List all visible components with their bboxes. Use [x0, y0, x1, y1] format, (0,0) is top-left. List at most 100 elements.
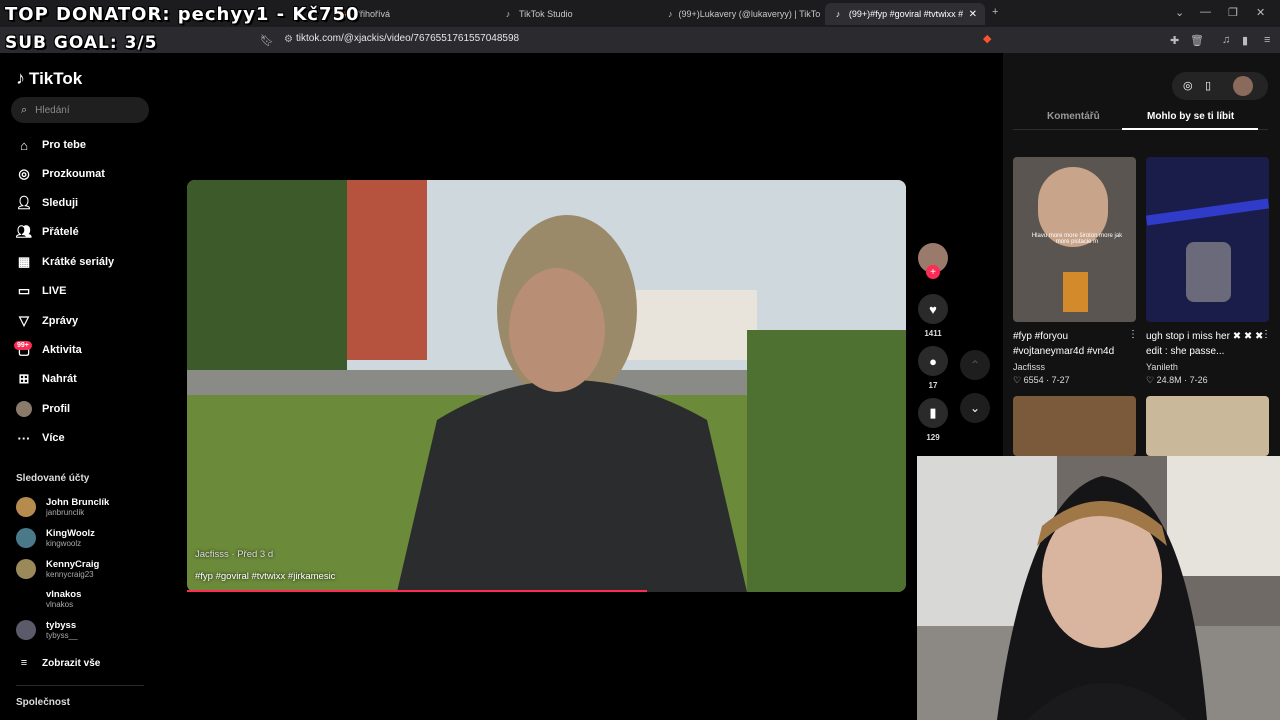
maximize-icon[interactable]: ❐ — [1228, 6, 1238, 19]
followed-account[interactable]: John Brunclík janbrunclik — [16, 497, 109, 517]
nav-sleduji[interactable]: 👤︎ Sleduji — [16, 195, 78, 211]
extensions-icon[interactable]: ✚ — [1170, 34, 1179, 47]
tiktok-icon: ♪ — [16, 68, 25, 88]
site-settings-icon[interactable]: ⚙ — [284, 34, 293, 45]
tab-comments[interactable]: Komentářů — [1047, 111, 1100, 122]
video-progress-bar[interactable] — [187, 590, 648, 592]
nav-nahrat[interactable]: ⊞ Nahrát — [16, 371, 77, 387]
menu-icon[interactable]: ≡ — [1264, 34, 1270, 46]
chevron-down-icon: ⌄ — [969, 401, 981, 415]
followed-account[interactable]: KennyCraig kennycraig23 — [16, 559, 99, 579]
bookmark-icon: ▮ — [918, 398, 948, 428]
browser-tab[interactable]: ♪ (99+)Lukavery (@lukaveryy) | TikTok — [660, 3, 820, 25]
video-thumbnail[interactable] — [1146, 396, 1269, 456]
browser-tab[interactable]: ♪ TikTok Studio — [495, 3, 655, 25]
minimize-icon[interactable]: — — [1200, 6, 1211, 18]
coins-icon[interactable]: ◎ — [1183, 79, 1193, 92]
close-tab-icon[interactable]: ✕ — [969, 9, 977, 20]
nav-prozkoumat[interactable]: ◎ Prozkoumat — [16, 166, 105, 182]
followed-account[interactable]: vlnakos vlnakos — [16, 589, 81, 609]
nav-kratke-serialy[interactable]: ▦ Krátké seriály — [16, 254, 114, 270]
video-author[interactable]: Jacfisss · Před 3 d — [195, 549, 273, 560]
list-icon: ≡ — [20, 657, 28, 669]
nav-pratele[interactable]: 👥︎ Přátelé — [16, 224, 79, 240]
nav-pro-tebe[interactable]: ⌂ Pro tebe — [16, 137, 86, 153]
followed-account[interactable]: KingWoolz kingwoolz — [16, 528, 95, 548]
avatar — [16, 528, 36, 548]
card-title[interactable]: ugh stop i miss her ✖ ✖ ✖ edit : she pas… — [1146, 329, 1264, 359]
brave-shield-icon[interactable]: ◆ — [983, 32, 991, 45]
top-donator-overlay: TOP DONATOR: pechyy1 - Kč750 — [5, 4, 360, 25]
search-input[interactable]: ⌕ Hledání — [11, 97, 149, 123]
close-window-icon[interactable]: ✕ — [1256, 6, 1265, 19]
chevron-down-icon[interactable]: ⌄ — [1175, 6, 1184, 19]
browser-tab-active[interactable]: ♪ (99+)#fyp #goviral #tvtwixx # ✕ — [825, 3, 985, 25]
tiktok-logo[interactable]: ♪ TikTok — [16, 68, 82, 89]
more-icon: ··· — [17, 430, 31, 446]
heart-outline-icon: ♡ — [1146, 375, 1155, 385]
series-icon: ▦ — [17, 254, 31, 269]
divider — [16, 685, 144, 686]
trash-icon[interactable]: 🗑︎ — [1190, 34, 1204, 47]
nav-zpravy[interactable]: ▽ Zprávy — [16, 313, 78, 329]
profile-avatar — [16, 401, 32, 417]
video-thumbnail[interactable]: Hlavu more more široton more jak more pi… — [1013, 157, 1136, 322]
heart-icon: ♥ — [918, 294, 948, 324]
new-tab-icon[interactable]: + — [992, 6, 998, 18]
avatar[interactable] — [1233, 76, 1253, 96]
messages-icon: ▽ — [19, 313, 29, 328]
webcam-overlay — [917, 456, 1280, 720]
avatar — [16, 589, 36, 609]
card-author[interactable]: Jacfisss — [1013, 362, 1045, 372]
more-options-icon[interactable]: ⋮ — [1128, 329, 1138, 340]
followed-accounts-title: Sledované účty — [16, 473, 90, 484]
sidebar-toggle-icon[interactable]: ▮ — [1242, 34, 1248, 47]
sub-goal-overlay: SUB GOAL: 3/5 — [5, 33, 158, 53]
video-thumbnail[interactable] — [1146, 157, 1269, 322]
tab-recommended[interactable]: Mohlo by se ti líbit — [1147, 111, 1234, 122]
previous-video-button[interactable]: ⌃ — [960, 350, 990, 380]
more-options-icon[interactable]: ⋮ — [1261, 329, 1271, 340]
nav-profil[interactable]: Profil — [16, 401, 70, 417]
card-stats: ♡ 24.8M · 7-26 — [1146, 375, 1208, 385]
author-avatar[interactable]: + — [918, 243, 948, 279]
live-icon: ▭ — [17, 283, 31, 298]
chevron-up-icon: ⌃ — [969, 358, 981, 372]
video-frame — [187, 180, 906, 592]
video-tags[interactable]: #fyp #goviral #tvtwixx #jirkamesic — [195, 571, 335, 582]
comment-icon: ● — [918, 346, 948, 376]
url-field[interactable]: tiktok.com/@xjackis/video/76765517615570… — [296, 33, 519, 44]
activity-badge: 99+ — [14, 341, 32, 350]
address-bar: 🔖︎ ⚙ ◆ ✚ 🗑︎ ♫ ▮ ≡ — [0, 27, 1280, 53]
next-video-button[interactable]: ⌄ — [960, 393, 990, 423]
company-title: Společnost — [16, 697, 70, 708]
card-title[interactable]: #fyp #foryou #vojtaneymar4d #vn4d — [1013, 329, 1131, 359]
followed-account[interactable]: tybyss tybyss__ — [16, 620, 78, 640]
friends-icon: 👥︎ — [15, 224, 33, 239]
card-stats: ♡ 6554 · 7-27 — [1013, 375, 1070, 385]
webcam-frame — [917, 456, 1280, 720]
video-player[interactable]: Jacfisss · Před 3 d #fyp #goviral #tvtwi… — [187, 180, 906, 592]
tiktok-icon: ♪ — [835, 9, 841, 19]
follow-plus-icon[interactable]: + — [926, 265, 940, 279]
card-author[interactable]: Yanileth — [1146, 362, 1178, 372]
nav-live[interactable]: ▭ LIVE — [16, 283, 67, 299]
show-all-button[interactable]: ≡ Zobrazit vše — [16, 655, 101, 671]
home-icon: ⌂ — [20, 137, 28, 153]
search-icon: ⌕ — [21, 103, 28, 116]
compass-icon: ◎ — [18, 166, 30, 181]
tiktok-icon: ♪ — [668, 9, 673, 19]
video-thumbnail[interactable] — [1013, 396, 1136, 456]
like-button[interactable]: ♥ 1411 — [918, 294, 948, 338]
nav-vice[interactable]: ··· Více — [16, 430, 65, 446]
media-icon[interactable]: ♫ — [1222, 34, 1230, 46]
device-icon[interactable]: ▯ — [1205, 79, 1211, 92]
comment-button[interactable]: ● 17 — [918, 346, 948, 390]
tiktok-icon: ♪ — [505, 9, 511, 19]
save-button[interactable]: ▮ 129 — [918, 398, 948, 442]
bookmark-icon[interactable]: 🔖︎ — [260, 34, 274, 47]
tab-indicator — [1122, 128, 1258, 130]
following-icon: 👤︎ — [15, 195, 33, 210]
avatar — [16, 497, 36, 517]
avatar — [16, 620, 36, 640]
